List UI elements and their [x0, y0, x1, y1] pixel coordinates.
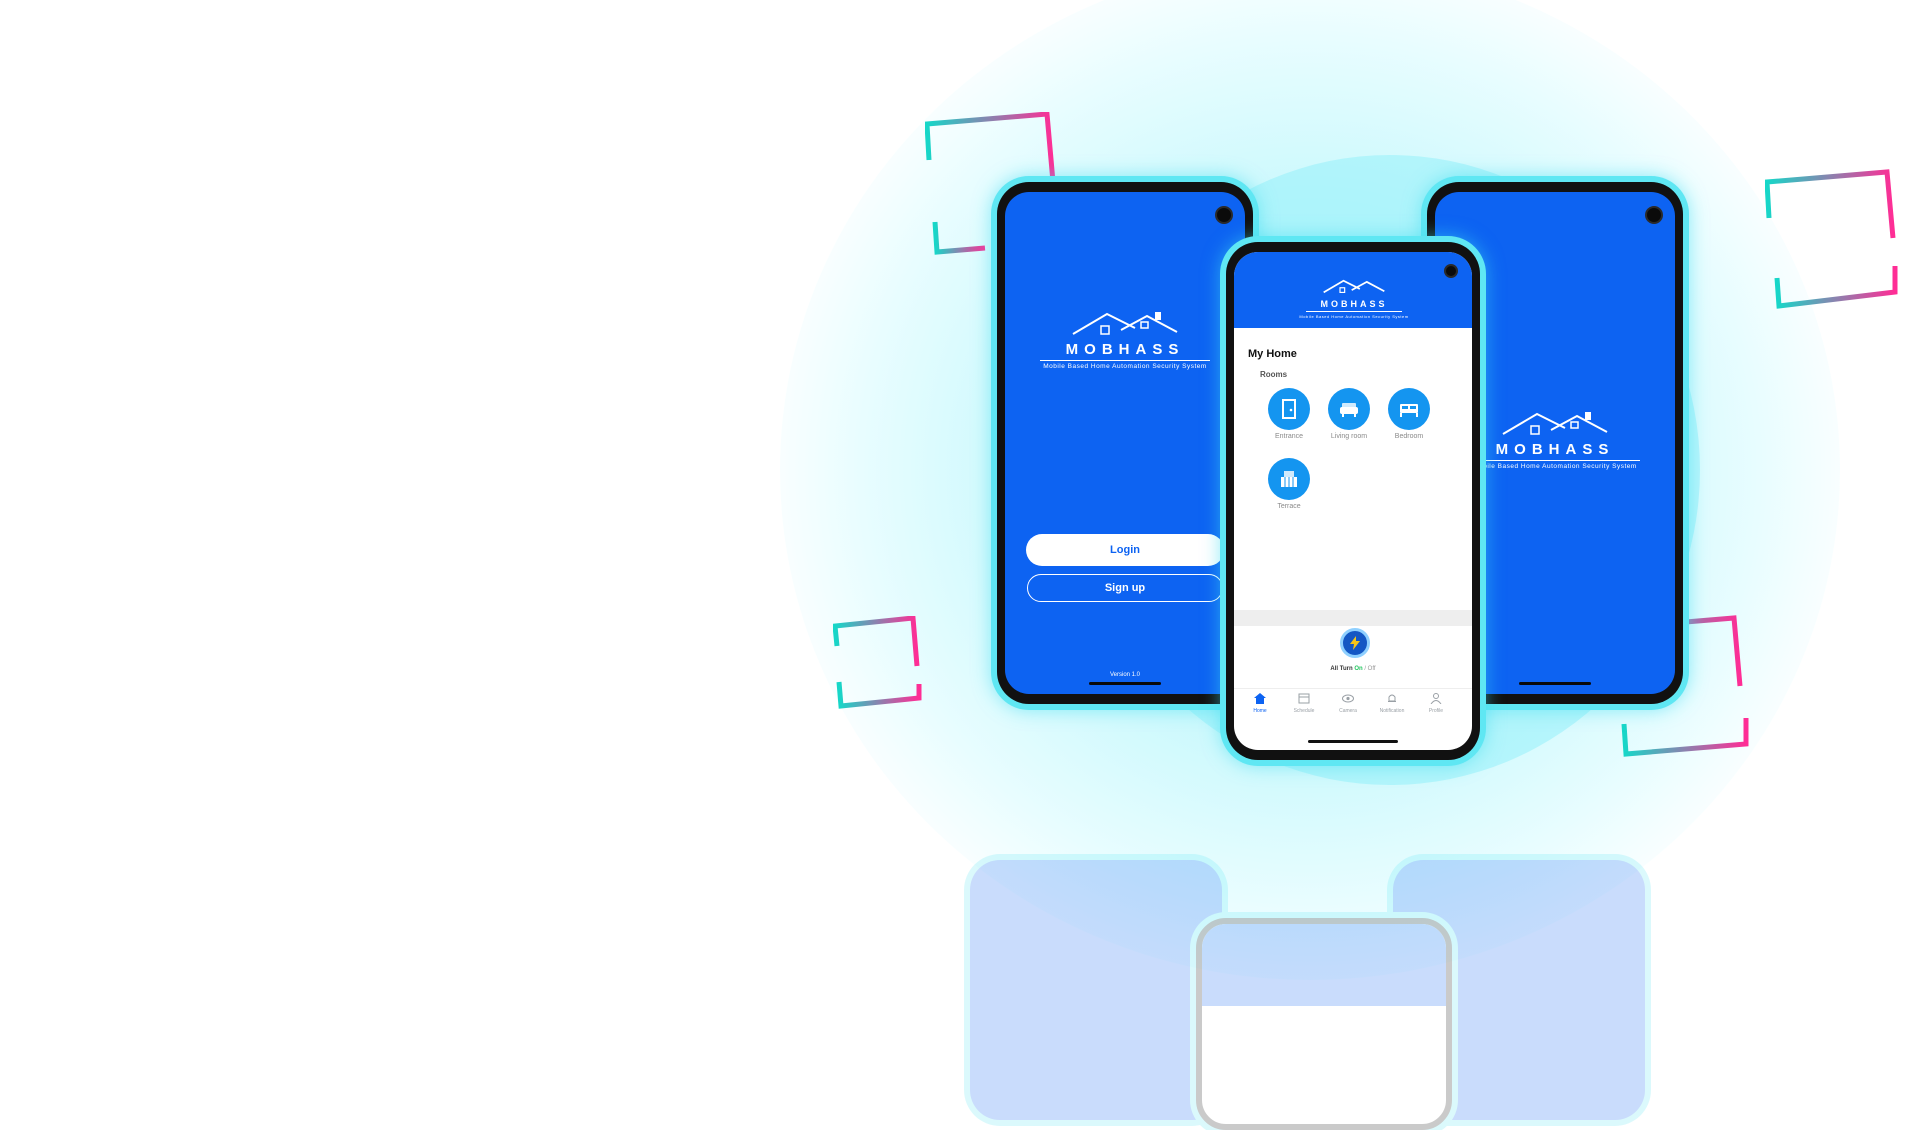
- nav-label: Schedule: [1293, 708, 1315, 714]
- bottom-nav: Home Schedule Camera Notification Profil…: [1234, 688, 1472, 715]
- power-status: All Turn On / Off: [1234, 666, 1472, 672]
- power-on[interactable]: On: [1354, 666, 1362, 672]
- room-terrace[interactable]: Terrace: [1264, 458, 1314, 510]
- brand-logo: MOBHASS Mobile Based Home Automation Sec…: [1274, 278, 1434, 319]
- login-screen: MOBHASS Mobile Based Home Automation Sec…: [1005, 192, 1245, 694]
- nav-label: Notification: [1379, 708, 1405, 714]
- brand-name: MOBHASS: [1495, 441, 1615, 458]
- nav-profile[interactable]: Profile: [1414, 693, 1458, 714]
- brand-logo: MOBHASS Mobile Based Home Automation Sec…: [1455, 410, 1655, 470]
- camera-icon: [1215, 206, 1233, 224]
- signup-button[interactable]: Sign up: [1027, 574, 1223, 602]
- camera-icon: [1444, 264, 1458, 278]
- power-off[interactable]: Off: [1368, 666, 1376, 672]
- nav-label: Profile: [1428, 708, 1444, 714]
- room-entrance[interactable]: Entrance: [1264, 388, 1314, 440]
- room-label: Terrace: [1277, 503, 1301, 510]
- brand-tagline: Mobile Based Home Automation Security Sy…: [1299, 314, 1409, 319]
- bell-icon: [1388, 694, 1396, 702]
- room-label: Entrance: [1274, 433, 1304, 440]
- nav-home[interactable]: Home: [1238, 693, 1282, 714]
- section-divider: [1234, 610, 1472, 626]
- phone-login: MOBHASS Mobile Based Home Automation Sec…: [997, 182, 1253, 704]
- nav-camera[interactable]: Camera: [1326, 693, 1370, 714]
- room-living-room[interactable]: Living room: [1324, 388, 1374, 440]
- nav-schedule[interactable]: Schedule: [1282, 693, 1326, 714]
- home-header: MOBHASS Mobile Based Home Automation Sec…: [1234, 252, 1472, 328]
- brand-logo: MOBHASS Mobile Based Home Automation Sec…: [1025, 310, 1225, 370]
- brand-tagline: Mobile Based Home Automation Security Sy…: [1473, 463, 1637, 470]
- version-label: Version 1.0: [1109, 672, 1141, 678]
- calendar-icon: [1298, 693, 1310, 704]
- room-bedroom[interactable]: Bedroom: [1384, 388, 1434, 440]
- phone-home: MOBHASS Mobile Based Home Automation Sec…: [1226, 242, 1480, 760]
- power-toggle-button[interactable]: [1340, 628, 1370, 658]
- decor-frame-top-right: [1765, 169, 1898, 309]
- camera-icon: [1645, 206, 1663, 224]
- brand-tagline: Mobile Based Home Automation Security Sy…: [1043, 363, 1207, 370]
- lightning-icon: [1350, 636, 1360, 650]
- house-roof-icon: [1323, 279, 1385, 294]
- room-label: Living room: [1330, 433, 1368, 440]
- door-icon: [1282, 399, 1296, 419]
- page-title: My Home: [1248, 348, 1297, 360]
- login-button[interactable]: Login: [1026, 534, 1224, 566]
- home-screen: MOBHASS Mobile Based Home Automation Sec…: [1234, 252, 1472, 750]
- eye-icon: [1342, 694, 1354, 703]
- room-label: Bedroom: [1394, 433, 1424, 440]
- brand-name: MOBHASS: [1065, 341, 1185, 358]
- brand-name: MOBHASS: [1320, 299, 1388, 309]
- terrace-icon: [1281, 471, 1297, 487]
- house-roof-icon: [1502, 412, 1608, 435]
- house-roof-icon: [1072, 312, 1178, 335]
- power-prefix: All Turn: [1330, 666, 1353, 672]
- home-icon: [1254, 693, 1266, 704]
- decor-frame-left: [833, 616, 922, 709]
- user-icon: [1430, 693, 1442, 705]
- bed-icon: [1400, 404, 1418, 417]
- nav-label: Camera: [1339, 708, 1357, 714]
- rooms-label: Rooms: [1260, 370, 1288, 379]
- sofa-icon: [1340, 403, 1358, 417]
- nav-notification[interactable]: Notification: [1370, 693, 1414, 714]
- nav-label: Home: [1253, 708, 1267, 714]
